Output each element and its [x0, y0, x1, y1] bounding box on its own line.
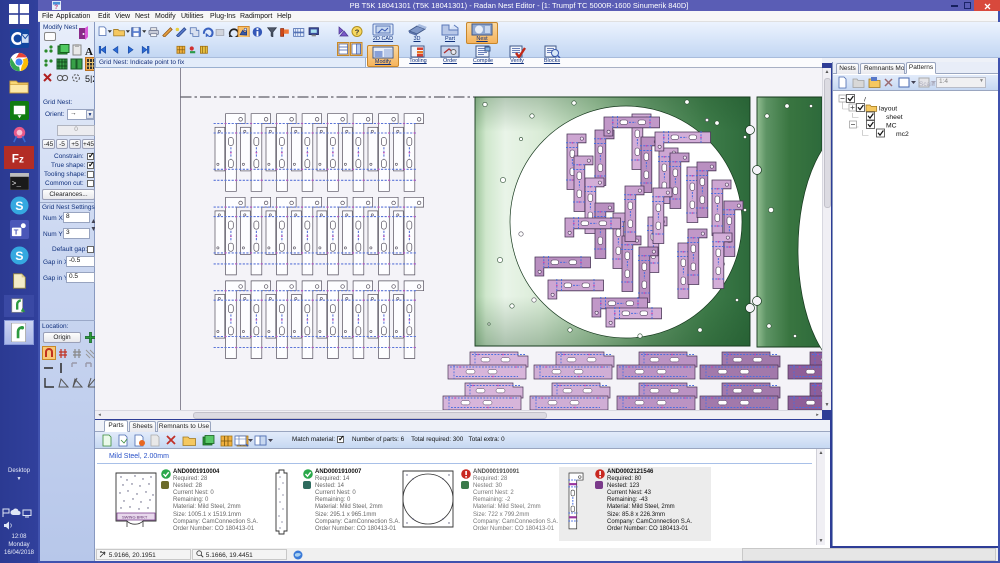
svg-text:SWING BRKT: SWING BRKT: [122, 515, 148, 520]
svg-text:F: F: [12, 152, 19, 165]
svg-text:5|2: 5|2: [85, 74, 94, 83]
svg-text:T: T: [13, 227, 18, 236]
svg-text:A: A: [85, 46, 93, 58]
svg-text:/: /: [864, 97, 866, 104]
svg-text:>_: >_: [11, 180, 21, 188]
svg-text:S: S: [15, 248, 23, 262]
svg-text:S: S: [15, 198, 23, 212]
svg-text:mc2: mc2: [896, 131, 909, 138]
svg-text:sheet: sheet: [886, 114, 903, 121]
svg-text:?: ?: [355, 27, 360, 36]
svg-text:Scale: Scale: [919, 81, 936, 88]
svg-text:MC: MC: [886, 123, 897, 130]
svg-text:layout: layout: [879, 106, 897, 113]
svg-text:z: z: [19, 154, 24, 165]
